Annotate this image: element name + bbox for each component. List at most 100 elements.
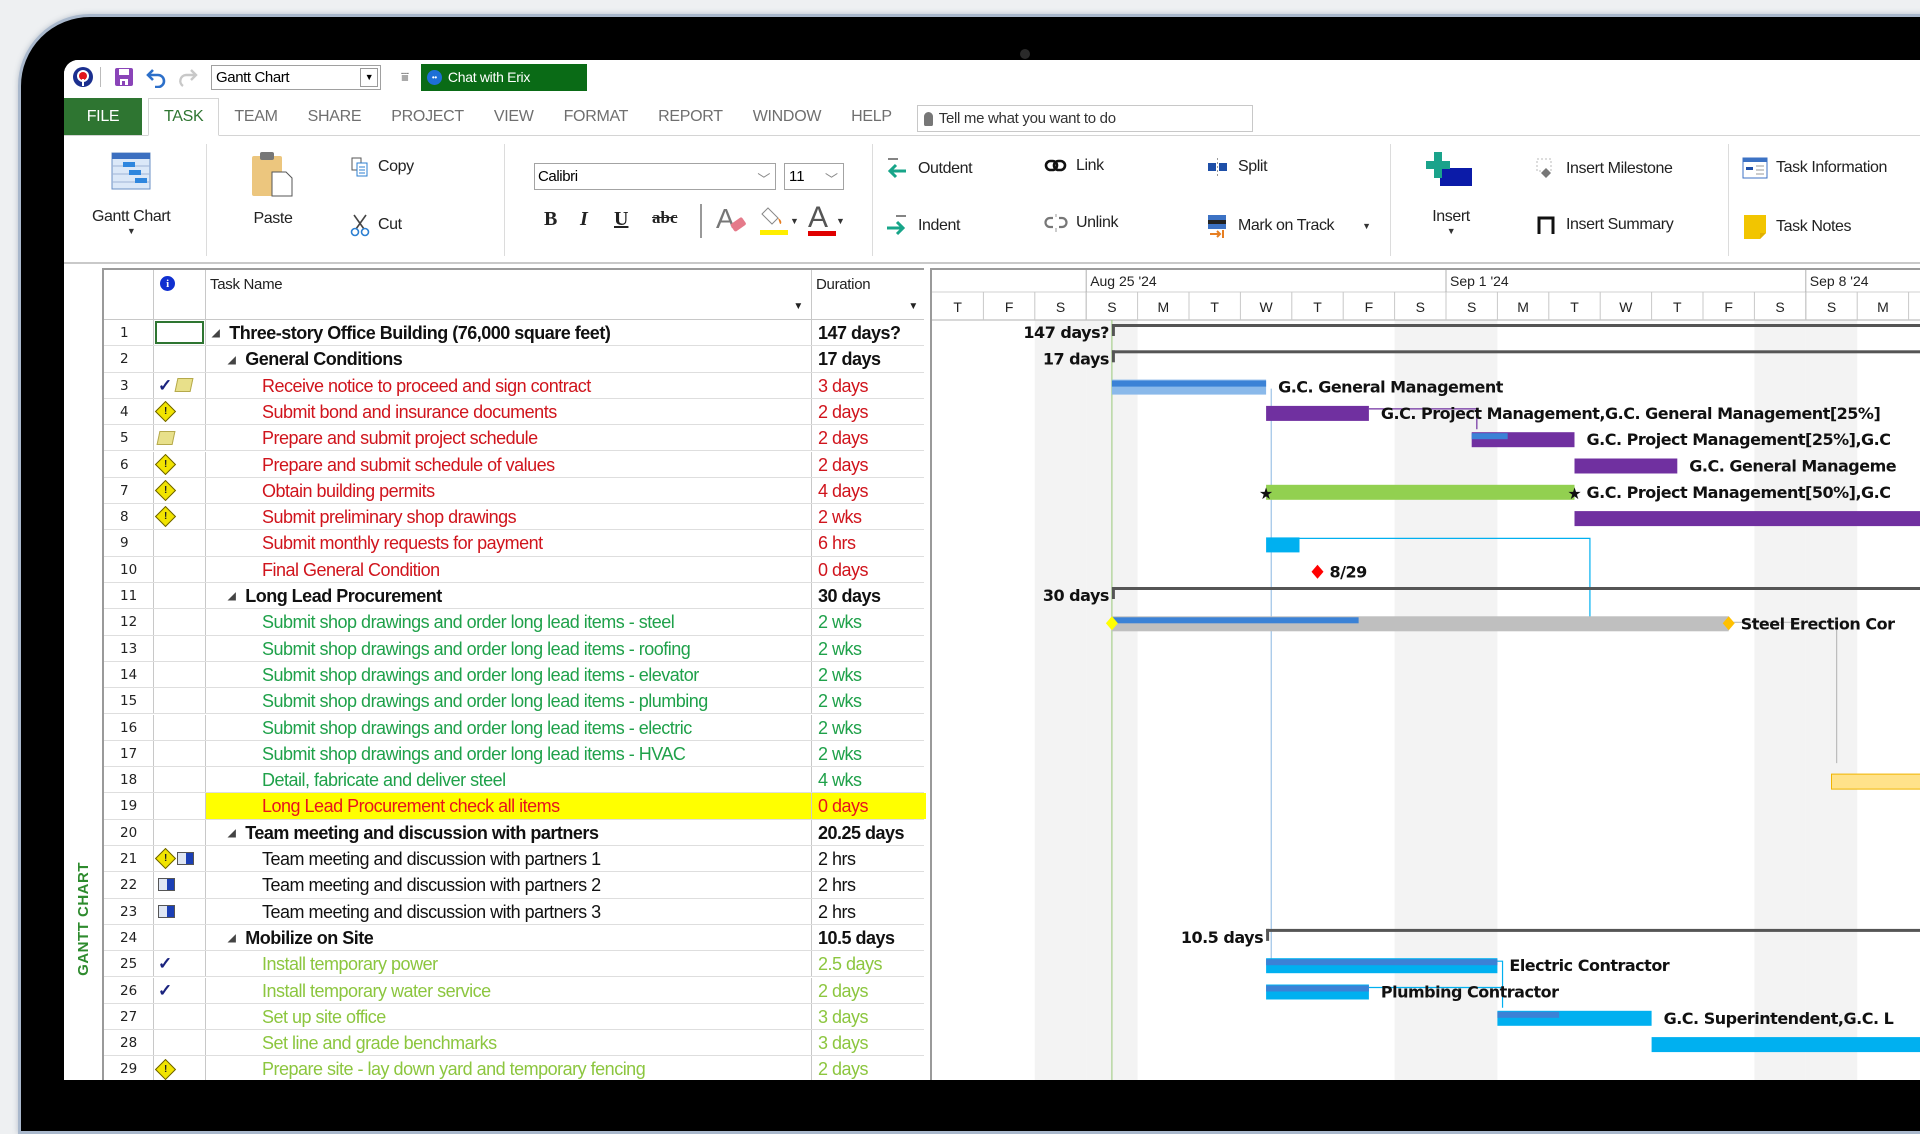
chevron-down-icon[interactable]: ▼	[1362, 221, 1371, 231]
task-row[interactable]: 22Team meeting and discussion with partn…	[104, 872, 924, 898]
task-row[interactable]: 16Submit shop drawings and order long le…	[104, 715, 924, 741]
outdent-button[interactable]: Outdent	[884, 156, 972, 182]
tab-project[interactable]: PROJECT	[376, 98, 479, 135]
task-name-cell[interactable]: Prepare and submit project schedule	[206, 425, 812, 450]
collapse-triangle-icon[interactable]: ◢	[212, 321, 219, 345]
task-row[interactable]: 14Submit shop drawings and order long le…	[104, 662, 924, 688]
duration-cell[interactable]: 2 hrs	[812, 872, 926, 897]
row-number[interactable]: 12	[104, 609, 154, 634]
bold-button[interactable]: B	[544, 208, 557, 231]
row-number[interactable]: 29	[104, 1056, 154, 1080]
task-name-cell[interactable]: Submit bond and insurance documents	[206, 399, 812, 424]
link-button[interactable]: Link	[1044, 156, 1104, 176]
save-icon[interactable]	[111, 64, 137, 90]
task-name-cell[interactable]: Submit monthly requests for payment	[206, 530, 812, 555]
task-bar[interactable]	[1266, 485, 1574, 500]
task-bar[interactable]	[1266, 406, 1369, 421]
duration-cell[interactable]: 2 wks	[812, 662, 926, 687]
indicators-cell[interactable]	[154, 662, 206, 687]
row-number[interactable]: 11	[104, 583, 154, 608]
indicators-cell[interactable]	[154, 899, 206, 924]
task-bar[interactable]	[1832, 774, 1920, 789]
task-name-cell[interactable]: Submit shop drawings and order long lead…	[206, 662, 812, 687]
row-number[interactable]: 8	[104, 504, 154, 529]
indicators-cell[interactable]: !	[154, 478, 206, 503]
task-name-cell[interactable]: ◢General Conditions	[206, 346, 812, 371]
task-name-cell[interactable]: Submit shop drawings and order long lead…	[206, 715, 812, 740]
task-row[interactable]: 6!Prepare and submit schedule of values2…	[104, 452, 924, 478]
mark-on-track-button[interactable]: Mark on Track ▼	[1206, 213, 1371, 239]
duration-cell[interactable]: 0 days	[812, 793, 926, 818]
indicators-cell[interactable]	[154, 767, 206, 792]
insert-milestone-button[interactable]: Insert Milestone	[1534, 156, 1673, 182]
indicators-cell[interactable]	[154, 609, 206, 634]
task-name-cell[interactable]: Submit shop drawings and order long lead…	[206, 688, 812, 713]
row-number[interactable]: 17	[104, 741, 154, 766]
duration-cell[interactable]: 6 hrs	[812, 530, 926, 555]
row-number[interactable]: 6	[104, 452, 154, 477]
row-number[interactable]: 5	[104, 425, 154, 450]
duration-cell[interactable]: 2.5 days	[812, 951, 926, 976]
indicators-cell[interactable]	[154, 320, 206, 345]
paste-button[interactable]: Paste	[250, 150, 296, 228]
row-number[interactable]: 1	[104, 320, 154, 345]
task-name-cell[interactable]: Prepare site - lay down yard and tempora…	[206, 1056, 812, 1080]
row-number[interactable]: 22	[104, 872, 154, 897]
task-row[interactable]: 28Set line and grade benchmarks3 days	[104, 1030, 924, 1056]
duration-cell[interactable]: 2 days	[812, 978, 926, 1003]
indent-button[interactable]: Indent	[884, 213, 960, 239]
indicators-cell[interactable]	[154, 346, 206, 371]
row-number[interactable]: 9	[104, 530, 154, 555]
task-name-cell[interactable]: Long Lead Procurement check all items	[206, 793, 812, 818]
task-row[interactable]: 9 Submit monthly requests for payment6 hr…	[104, 530, 924, 556]
task-row[interactable]: 3✓Receive notice to proceed and sign con…	[104, 373, 924, 399]
tab-view[interactable]: VIEW	[479, 98, 549, 135]
task-row[interactable]: 2◢General Conditions17 days	[104, 346, 924, 372]
unlink-button[interactable]: Unlink	[1044, 213, 1118, 233]
task-name-cell[interactable]: ◢Long Lead Procurement	[206, 583, 812, 608]
tab-help[interactable]: HELP	[836, 98, 907, 135]
duration-cell[interactable]: 2 hrs	[812, 846, 926, 871]
duration-cell[interactable]: 2 wks	[812, 636, 926, 661]
row-number[interactable]: 4	[104, 399, 154, 424]
indicators-cell[interactable]	[154, 557, 206, 582]
summary-bar[interactable]	[1112, 587, 1920, 590]
row-number[interactable]: 7	[104, 478, 154, 503]
tab-file[interactable]: FILE	[64, 98, 142, 135]
duration-cell[interactable]: 4 days	[812, 478, 926, 503]
task-row[interactable]: 21!Team meeting and discussion with part…	[104, 846, 924, 872]
duration-cell[interactable]: 0 days	[812, 557, 926, 582]
tab-share[interactable]: SHARE	[293, 98, 377, 135]
duration-cell[interactable]: 147 days?	[812, 320, 926, 345]
row-number[interactable]: 18	[104, 767, 154, 792]
indicators-cell[interactable]	[154, 530, 206, 555]
task-name-cell[interactable]: Install temporary water service	[206, 978, 812, 1003]
row-number[interactable]: 19	[104, 793, 154, 818]
indicators-cell[interactable]: !	[154, 452, 206, 477]
indicators-cell[interactable]: ✓	[154, 373, 206, 398]
task-row[interactable]: 12Submit shop drawings and order long le…	[104, 609, 924, 635]
strikethrough-button[interactable]: abc	[652, 208, 678, 228]
duration-column-header[interactable]: Duration ▼	[812, 270, 926, 320]
tab-team[interactable]: TEAM	[219, 98, 292, 135]
insert-summary-button[interactable]: Insert Summary	[1534, 213, 1673, 237]
select-all-cell[interactable]	[104, 270, 154, 320]
task-bar[interactable]	[1575, 459, 1678, 474]
task-row[interactable]: 18Detail, fabricate and deliver steel4 w…	[104, 767, 924, 793]
customize-qat-icon[interactable]: ⩸	[401, 69, 409, 85]
indicators-cell[interactable]	[154, 583, 206, 608]
duration-cell[interactable]: 2 hrs	[812, 899, 926, 924]
tab-task[interactable]: TASK	[148, 98, 219, 136]
summary-bar[interactable]	[1112, 324, 1920, 327]
task-row[interactable]: 7!Obtain building permits4 days	[104, 478, 924, 504]
indicators-cell[interactable]	[154, 715, 206, 740]
undo-icon[interactable]	[143, 64, 169, 90]
task-row[interactable]: 11◢Long Lead Procurement30 days	[104, 583, 924, 609]
task-row[interactable]: 10Final General Condition0 days	[104, 557, 924, 583]
row-number[interactable]: 15	[104, 688, 154, 713]
view-select[interactable]: Gantt Chart ▼	[211, 65, 381, 90]
duration-cell[interactable]: 20.25 days	[812, 820, 926, 845]
task-notes-button[interactable]: Task Notes	[1742, 213, 1851, 241]
collapse-triangle-icon[interactable]: ◢	[228, 821, 235, 845]
task-row[interactable]: 4!Submit bond and insurance documents2 d…	[104, 399, 924, 425]
